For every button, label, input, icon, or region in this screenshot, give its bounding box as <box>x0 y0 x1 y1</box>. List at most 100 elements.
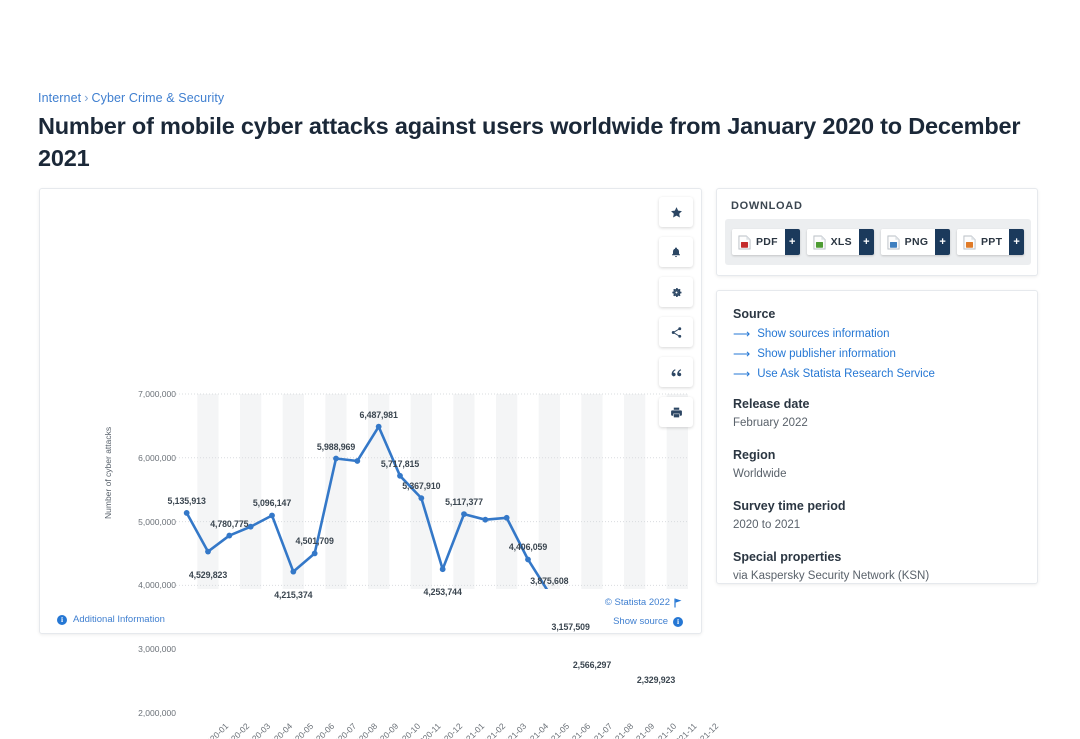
page-title: Number of mobile cyber attacks against u… <box>38 113 1021 171</box>
y-tick-label: 4,000,000 <box>138 580 176 591</box>
data-point-label: 4,406,059 <box>508 542 548 553</box>
ppt-file-icon <box>963 235 976 250</box>
data-point-label: 4,215,374 <box>274 589 313 600</box>
source-link-label: Show publisher information <box>757 348 896 360</box>
print-button[interactable] <box>659 397 693 427</box>
arrow-right-icon: ⟶ <box>733 367 751 381</box>
chart-copyright: © Statista 2022 <box>605 597 683 608</box>
png-file-icon <box>887 235 900 250</box>
settings-gear-icon <box>671 287 682 297</box>
download-png-main[interactable]: PNG <box>880 229 936 255</box>
release-date-value: February 2022 <box>733 417 808 429</box>
data-point-label: 4,501,709 <box>295 536 334 547</box>
breadcrumb-root[interactable]: Internet <box>38 91 81 105</box>
y-tick-label: 2,000,000 <box>138 708 176 718</box>
additional-information-link[interactable]: i Additional Information <box>57 614 165 625</box>
chart-copyright-text: © Statista 2022 <box>604 597 670 608</box>
download-pdf-label: PDF <box>756 236 778 248</box>
region-heading: Region <box>733 448 776 462</box>
file-icon <box>813 235 826 249</box>
download-xls-main[interactable]: XLS <box>806 229 859 255</box>
data-point-label: 5,367,910 <box>402 481 441 492</box>
y-axis-title: Number of cyber attacks <box>103 426 113 519</box>
share-icon <box>671 326 681 338</box>
info-icon: i <box>673 616 683 627</box>
download-xls-button[interactable]: XLS + <box>806 229 874 255</box>
y-tick-label: 5,000,000 <box>138 516 176 527</box>
source-link-3[interactable]: ⟶ Use Ask Statista Research Service <box>733 365 1021 383</box>
download-png-button[interactable]: PNG + <box>880 229 950 255</box>
breadcrumb: Internet › Cyber Crime & Security <box>38 91 224 105</box>
data-point-label: 6,487,981 <box>359 409 398 420</box>
citation-quote-button[interactable] <box>659 357 693 387</box>
data-point-label: 4,780,775 <box>210 518 249 529</box>
settings-gear-button[interactable] <box>659 277 693 307</box>
y-tick-label: 3,000,000 <box>138 644 176 655</box>
download-card: DOWNLOAD PDF + XLS + PNG + PPT + <box>716 188 1038 276</box>
download-pdf-main[interactable]: PDF <box>732 229 785 255</box>
data-point-label: 3,875,608 <box>530 576 569 587</box>
y-tick-label: 7,000,000 <box>138 389 176 399</box>
release-date-heading: Release date <box>733 397 810 411</box>
data-point-label: 5,096,147 <box>252 498 292 509</box>
chart-card: Number of cyber attacks 2,000,000 3,000,0… <box>39 188 721 739</box>
source-info-card: Source ⟶ Show sources information ⟶ Show pu… <box>716 290 1038 584</box>
y-tick-label: 6,000,000 <box>138 452 176 463</box>
download-ppt-plus[interactable]: + <box>1009 229 1024 255</box>
data-point-label: 4,253,744 <box>423 587 462 598</box>
chart-plot-area[interactable]: Number of cyber attacks 2,000,000 3,000,0… <box>40 189 721 739</box>
arrow-right-icon: ⟶ <box>733 327 751 341</box>
share-button[interactable] <box>659 317 693 347</box>
file-icon <box>963 235 976 249</box>
special-properties-heading: Special properties <box>733 550 842 564</box>
favorite-star-button[interactable] <box>659 197 693 227</box>
special-properties-value: via Kaspersky Security Network (KSN) <box>733 570 930 582</box>
breadcrumb-separator: › <box>84 91 89 105</box>
download-pdf-button[interactable]: PDF + <box>732 229 800 255</box>
show-source-link[interactable]: Show source i <box>613 616 683 627</box>
data-point-label: 2,329,923 <box>636 674 676 685</box>
arrow-right-icon: ⟶ <box>733 347 751 361</box>
source-link-1[interactable]: ⟶ Show sources information <box>733 325 1021 343</box>
data-point-label: 5,988,969 <box>316 441 356 452</box>
breadcrumb-category[interactable]: Cyber Crime & Security <box>91 91 224 105</box>
citation-quote-icon <box>671 368 681 376</box>
data-point-label: 5,135,913 <box>167 495 206 506</box>
source-heading: Source <box>733 307 776 321</box>
file-icon <box>887 235 900 249</box>
info-icon: i <box>57 614 67 625</box>
download-ppt-main[interactable]: PPT <box>956 229 1010 255</box>
statista-chart-page: Internet › Cyber Crime & Security Number o… <box>0 0 1080 739</box>
download-ppt-button[interactable]: PPT + <box>956 229 1024 255</box>
data-point-label: 4,529,823 <box>188 569 228 580</box>
download-ppt-label: PPT <box>980 236 1003 248</box>
region-value: Worldwide <box>733 468 787 480</box>
chart-action-toolbar <box>659 197 693 437</box>
download-xls-plus[interactable]: + <box>858 229 874 255</box>
data-point-label: 5,717,815 <box>380 458 420 469</box>
xls-file-icon <box>813 235 826 250</box>
pdf-file-icon <box>738 235 751 250</box>
notification-bell-icon <box>672 247 680 257</box>
source-link-2[interactable]: ⟶ Show publisher information <box>733 345 1021 363</box>
favorite-star-icon <box>670 206 682 217</box>
print-icon <box>670 407 682 417</box>
file-icon <box>738 235 751 249</box>
data-point-label: 5,117,377 <box>445 497 483 508</box>
source-link-label: Show sources information <box>757 328 890 340</box>
statista-flag-icon <box>674 598 682 607</box>
additional-information-label: Additional Information <box>73 614 165 625</box>
download-png-plus[interactable]: + <box>935 229 950 255</box>
data-point-label: 2,566,297 <box>572 659 612 670</box>
survey-period-heading: Survey time period <box>733 499 846 513</box>
download-title: DOWNLOAD <box>731 200 803 212</box>
data-point-label: 3,157,509 <box>551 622 590 633</box>
survey-period-value: 2020 to 2021 <box>733 519 801 531</box>
show-source-label: Show source <box>613 616 668 627</box>
notification-bell-button[interactable] <box>659 237 693 267</box>
source-link-label: Use Ask Statista Research Service <box>757 368 935 380</box>
download-pdf-plus[interactable]: + <box>784 229 800 255</box>
download-png-label: PNG <box>904 236 929 248</box>
x-tick-label: 2020-01 <box>200 721 230 739</box>
download-buttons-row: PDF + XLS + PNG + PPT + <box>725 219 1031 265</box>
